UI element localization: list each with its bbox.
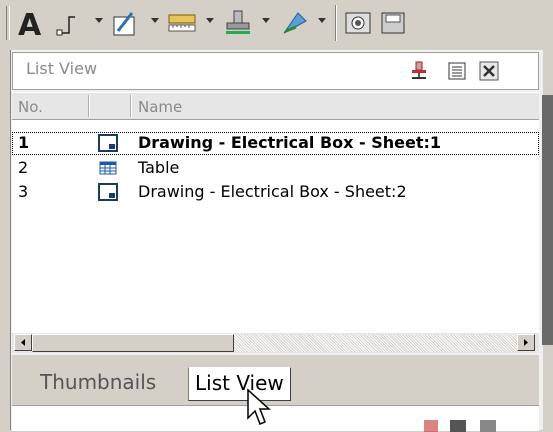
item-number: 1 xyxy=(18,133,30,152)
tab-bar: Thumbnails List View xyxy=(12,355,539,405)
toolbar-grip[interactable] xyxy=(6,6,10,40)
close-icon xyxy=(479,61,499,81)
ruler-button[interactable] xyxy=(166,3,200,43)
item-number: 2 xyxy=(18,158,29,177)
item-number: 3 xyxy=(18,182,29,201)
scroll-right-button[interactable] xyxy=(517,334,535,351)
item-name: Table xyxy=(138,158,180,177)
list-view-title: List View xyxy=(26,59,98,78)
draw-button[interactable] xyxy=(110,3,140,43)
draw-dropdown-icon[interactable] xyxy=(151,18,159,23)
ruler-dropdown-icon[interactable] xyxy=(206,18,214,23)
column-no[interactable]: No. xyxy=(18,98,43,116)
column-divider[interactable] xyxy=(88,95,89,117)
save-button[interactable] xyxy=(378,3,408,43)
item-name: Drawing - Electrical Box - Sheet:1 xyxy=(138,133,442,152)
stamp-icon xyxy=(226,10,250,34)
table-icon xyxy=(99,161,117,175)
arrow-left-icon xyxy=(21,339,25,346)
save-icon xyxy=(381,12,405,34)
text-tool-button[interactable]: A xyxy=(14,3,50,43)
callout-button[interactable] xyxy=(278,3,312,43)
stamp-button[interactable] xyxy=(222,3,256,43)
dimension-dropdown-icon[interactable] xyxy=(95,18,103,23)
pin-icon xyxy=(412,61,426,79)
dimension-button[interactable] xyxy=(55,3,85,43)
scroll-track[interactable] xyxy=(234,334,517,352)
toolbar-separator xyxy=(335,5,336,41)
tab-list-view[interactable]: List View xyxy=(188,367,291,401)
scroll-thumb[interactable] xyxy=(32,334,234,352)
draw-icon xyxy=(113,12,135,36)
column-divider[interactable] xyxy=(130,95,131,117)
panel-controls-icon xyxy=(424,420,496,432)
callout-dropdown-icon[interactable] xyxy=(318,18,326,23)
stamp-dropdown-icon[interactable] xyxy=(262,18,270,23)
list-item[interactable]: 1 Drawing - Electrical Box - Sheet:1 xyxy=(12,132,539,155)
item-name: Drawing - Electrical Box - Sheet:2 xyxy=(138,182,407,201)
secondary-panel-header xyxy=(12,405,539,432)
view-options-button[interactable] xyxy=(446,60,468,82)
list-options-icon xyxy=(448,62,466,80)
mouse-cursor-icon xyxy=(247,388,271,425)
close-panel-button[interactable] xyxy=(478,60,500,82)
callout-icon xyxy=(283,12,307,34)
document-area-edge xyxy=(542,95,553,345)
svg-text:A: A xyxy=(18,8,42,43)
list-body: 1 Drawing - Electrical Box - Sheet:1 2 T… xyxy=(12,120,539,333)
column-header: No. Name xyxy=(12,92,539,120)
drawing-sheet-icon xyxy=(98,134,118,152)
dimension-icon xyxy=(56,16,75,36)
ruler-icon xyxy=(168,14,196,32)
scroll-left-button[interactable] xyxy=(14,334,32,351)
arrow-right-icon xyxy=(524,339,528,346)
pin-button[interactable] xyxy=(408,60,430,82)
list-item[interactable]: 2 Table xyxy=(12,157,539,180)
horizontal-scrollbar[interactable] xyxy=(12,333,539,353)
column-name[interactable]: Name xyxy=(138,98,182,116)
toolbar: A xyxy=(0,0,553,50)
camera-button[interactable] xyxy=(342,3,374,43)
tab-thumbnails[interactable]: Thumbnails xyxy=(34,367,162,401)
camera-icon xyxy=(345,12,371,34)
text-tool-icon: A xyxy=(18,8,42,43)
list-item[interactable]: 3 Drawing - Electrical Box - Sheet:2 xyxy=(12,181,539,204)
drawing-sheet-icon xyxy=(98,183,118,201)
